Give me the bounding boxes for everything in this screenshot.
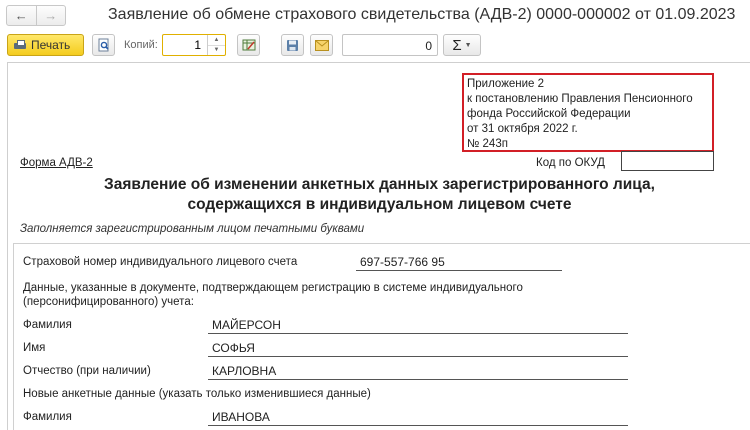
patronymic-label: Отчество (при наличии)	[23, 365, 151, 377]
window-title: Заявление об обмене страхового свидетель…	[108, 6, 736, 23]
window-titlebar: ← → Заявление об обмене страхового свиде…	[0, 0, 750, 32]
magnifier-document-icon	[98, 38, 109, 52]
send-email-button[interactable]	[310, 34, 333, 56]
copies-stepper[interactable]: ▲ ▼	[207, 35, 225, 55]
registration-document-label: (персонифицированного) учета:	[23, 296, 194, 308]
save-button[interactable]	[281, 34, 304, 56]
appendix-line: Приложение 2	[467, 78, 545, 90]
snils-value[interactable]: 697-557-766 95	[356, 255, 562, 271]
new-surname-label: Фамилия	[23, 411, 72, 423]
chevron-down-icon: ▼	[464, 41, 472, 49]
okud-code-cell[interactable]	[621, 151, 714, 171]
appendix-line: от 31 октября 2022 г.	[467, 123, 578, 135]
forward-button[interactable]: →	[35, 6, 66, 25]
floppy-disk-icon	[287, 39, 298, 51]
appendix-line: № 243п	[467, 138, 508, 150]
spreadsheet-document[interactable]: Приложение 2 к постановлению Правления П…	[7, 62, 750, 430]
back-button[interactable]: ←	[7, 6, 36, 25]
selection-count-field[interactable]: 0	[342, 34, 438, 56]
toolbar: Печать Копий: ▲ ▼	[0, 32, 750, 58]
patronymic-value[interactable]: КАРЛОВНА	[208, 364, 628, 380]
document-title: Заявление об изменении анкетных данных з…	[8, 175, 750, 215]
sum-button[interactable]: Σ ▼	[443, 34, 481, 56]
stepper-down-icon[interactable]: ▼	[208, 44, 225, 56]
print-button[interactable]: Печать	[7, 34, 84, 56]
copies-label: Копий:	[124, 39, 158, 51]
printer-icon	[14, 39, 26, 51]
appendix-line: фонда Российской Федерации	[467, 108, 631, 120]
registration-document-label: Данные, указанные в документе, подтвержд…	[23, 282, 523, 294]
stepper-up-icon[interactable]: ▲	[208, 35, 225, 45]
print-button-label: Печать	[31, 38, 71, 52]
form-fields-section: Страховой номер индивидуального лицевого…	[13, 243, 750, 430]
edit-table-icon	[242, 39, 255, 51]
fill-instruction: Заполняется зарегистрированным лицом печ…	[20, 223, 365, 235]
appendix-block: Приложение 2 к постановлению Правления П…	[462, 73, 714, 152]
form-name: Форма АДВ-2	[20, 157, 93, 169]
copies-field[interactable]: ▲ ▼	[162, 34, 226, 56]
snils-label: Страховой номер индивидуального лицевого…	[23, 256, 298, 268]
sigma-icon: Σ	[452, 36, 462, 54]
appendix-line: к постановлению Правления Пенсионного	[467, 93, 693, 105]
print-preview-button[interactable]	[92, 34, 115, 56]
navigation-group: ← →	[6, 5, 66, 26]
arrow-right-icon: →	[44, 8, 58, 23]
first-name-value[interactable]: СОФЬЯ	[208, 341, 628, 357]
surname-value[interactable]: МАЙЕРСОН	[208, 318, 628, 334]
new-data-label: Новые анкетные данные (указать только из…	[23, 388, 371, 400]
envelope-icon	[314, 39, 329, 51]
copies-input[interactable]	[163, 35, 207, 55]
arrow-left-icon: ←	[14, 8, 28, 23]
surname-label: Фамилия	[23, 319, 72, 331]
first-name-label: Имя	[23, 342, 46, 354]
new-surname-value[interactable]: ИВАНОВА	[208, 410, 628, 426]
okud-label: Код по ОКУД	[536, 157, 605, 169]
document-title-line: Заявление об изменении анкетных данных з…	[104, 176, 655, 193]
document-title-line: содержащихся в индивидуальном лицевом сч…	[187, 196, 572, 213]
edit-document-button[interactable]	[237, 34, 260, 56]
